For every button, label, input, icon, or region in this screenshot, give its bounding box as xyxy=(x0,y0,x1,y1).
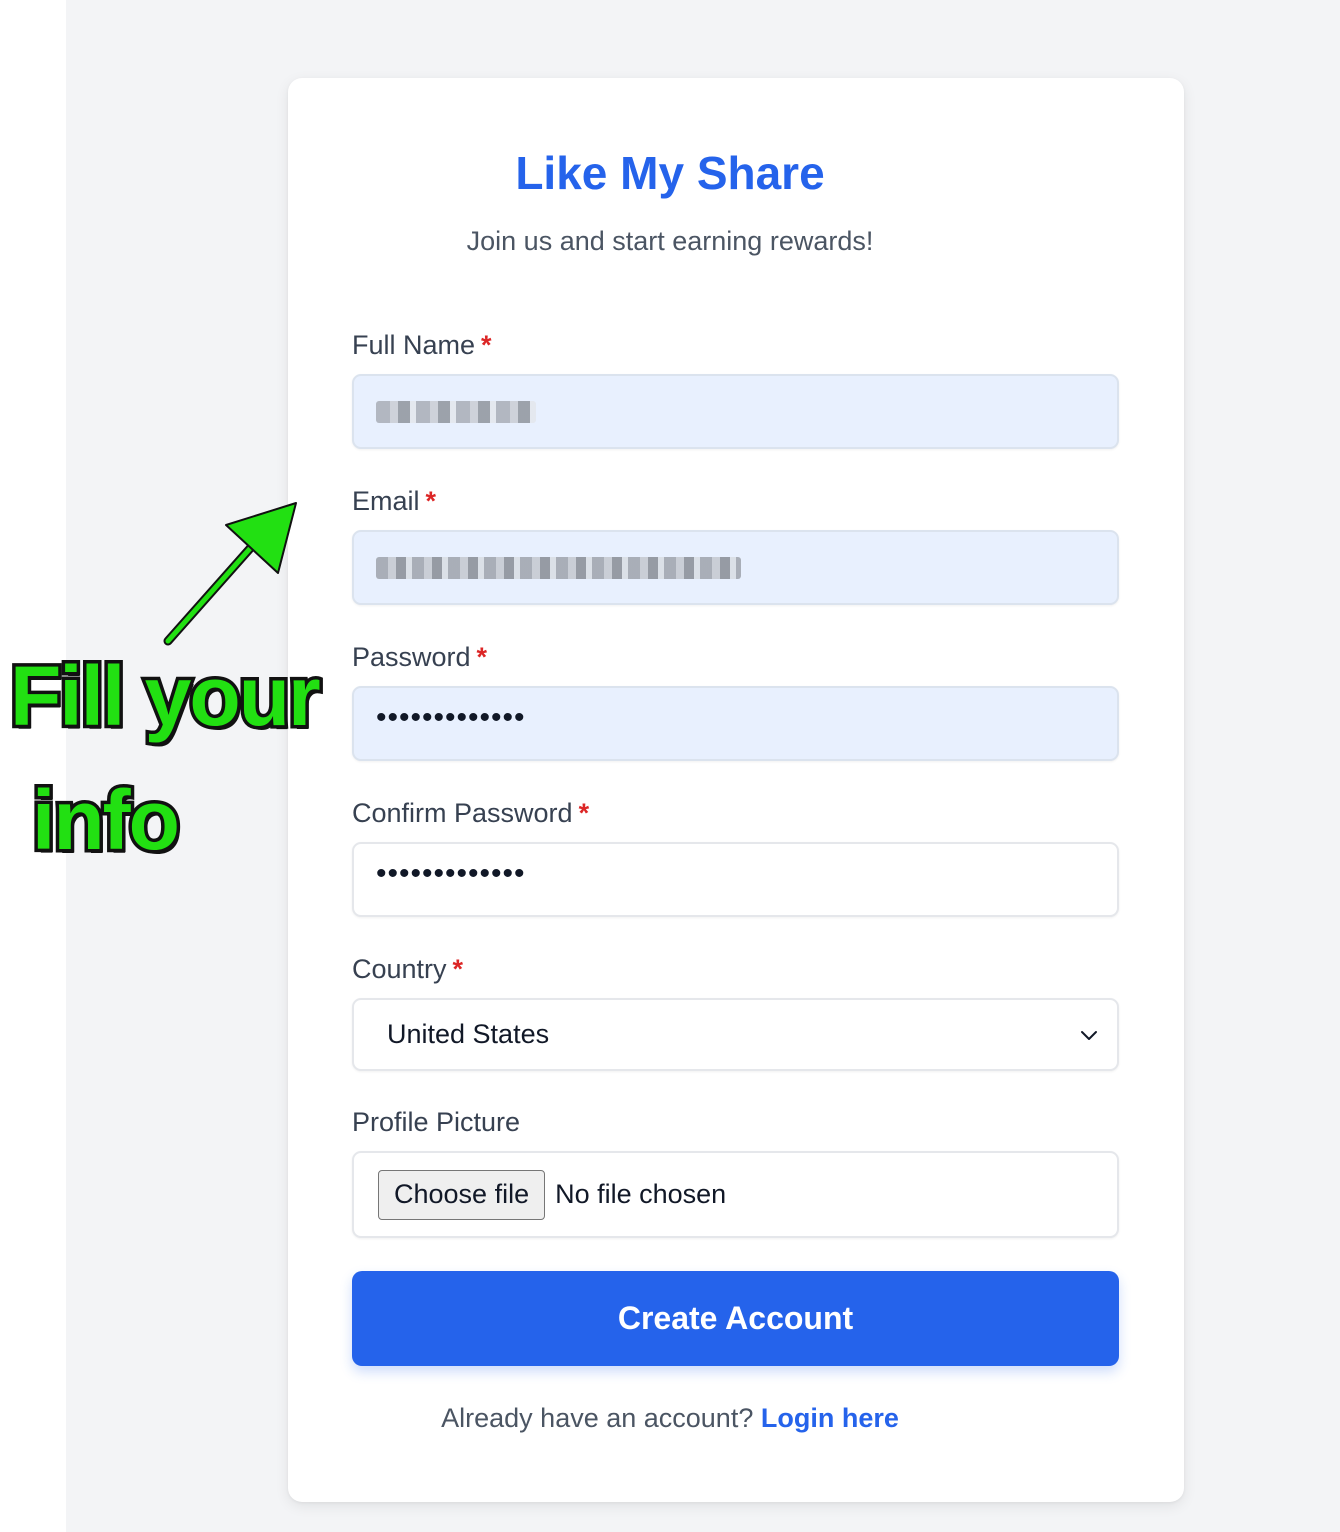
create-account-button[interactable]: Create Account xyxy=(352,1271,1119,1366)
required-asterisk: * xyxy=(452,954,464,984)
required-asterisk: * xyxy=(578,798,590,828)
country-selected-value: United States xyxy=(387,1019,550,1049)
redacted-name-value xyxy=(376,400,536,423)
page-title: Like My Share xyxy=(515,147,825,199)
password-label: Password * xyxy=(352,642,487,673)
login-prompt: Already have an account? Login here xyxy=(0,1403,1340,1434)
email-input[interactable] xyxy=(352,530,1119,605)
required-asterisk: * xyxy=(476,642,488,672)
annotation-text-line1: Fill your xyxy=(7,649,325,743)
login-prompt-text: Already have an account? xyxy=(441,1403,754,1433)
choose-file-button[interactable]: Choose file xyxy=(378,1169,546,1220)
redacted-email-value xyxy=(376,556,741,579)
confirm-password-input[interactable]: ••••••••••••• xyxy=(352,842,1119,917)
confirm-password-label: Confirm Password * xyxy=(352,798,589,829)
email-label: Email * xyxy=(352,486,436,517)
required-asterisk: * xyxy=(481,330,492,360)
confirm-password-label-text: Confirm Password xyxy=(352,798,573,828)
country-label-text: Country xyxy=(352,954,447,984)
email-label-text: Email xyxy=(352,486,420,516)
confirm-password-masked-value: ••••••••••••• xyxy=(376,856,526,890)
password-label-text: Password xyxy=(352,642,471,672)
login-link[interactable]: Login here xyxy=(761,1403,899,1433)
file-status-text: No file chosen xyxy=(555,1179,727,1209)
profile-picture-input: Choose file No file chosen xyxy=(352,1151,1119,1238)
required-asterisk: * xyxy=(425,486,437,516)
password-masked-value: ••••••••••••• xyxy=(376,700,526,734)
full-name-label-text: Full Name xyxy=(352,330,476,360)
profile-picture-label: Profile Picture xyxy=(352,1107,520,1138)
chevron-down-icon xyxy=(1081,1030,1097,1040)
full-name-label: Full Name * xyxy=(352,330,492,361)
country-select[interactable]: United States xyxy=(352,998,1119,1071)
annotation-arrow-icon xyxy=(163,502,297,646)
page-subtitle: Join us and start earning rewards! xyxy=(466,226,874,256)
full-name-input[interactable] xyxy=(352,374,1119,449)
profile-picture-label-text: Profile Picture xyxy=(352,1107,521,1137)
password-input[interactable]: ••••••••••••• xyxy=(352,686,1119,761)
country-label: Country * xyxy=(352,954,463,985)
annotation-text-line2: info xyxy=(29,773,184,867)
